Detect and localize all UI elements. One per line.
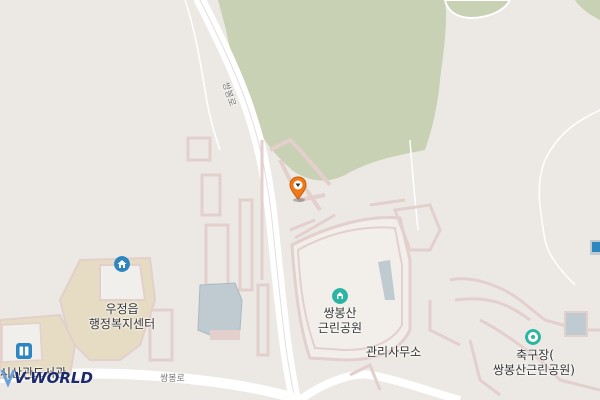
government-office-icon[interactable] [114,256,130,272]
location-pin-icon[interactable] [288,176,308,202]
vworld-logo-text: V-WORLD [14,369,93,387]
map-viewport[interactable]: 쌍봉로 쌍봉로 쌍봉산 근린공원 관리사무소 우정읍 행정복지센터 축구장( 쌍… [0,0,600,400]
pool-building [197,282,243,336]
welfare-label-line2[interactable]: 행정복지센터 [82,315,162,332]
edge-marker [592,242,600,252]
football-icon[interactable] [525,329,541,345]
park-label-line2[interactable]: 근린공원 [306,319,374,336]
park-icon[interactable] [332,288,348,304]
football-label-line2[interactable]: 쌍봉산근린공원) [482,361,586,378]
library-icon[interactable] [16,343,32,359]
office-label[interactable]: 관리사무소 [366,343,421,360]
road-label-bottom: 쌍봉로 [160,374,185,384]
